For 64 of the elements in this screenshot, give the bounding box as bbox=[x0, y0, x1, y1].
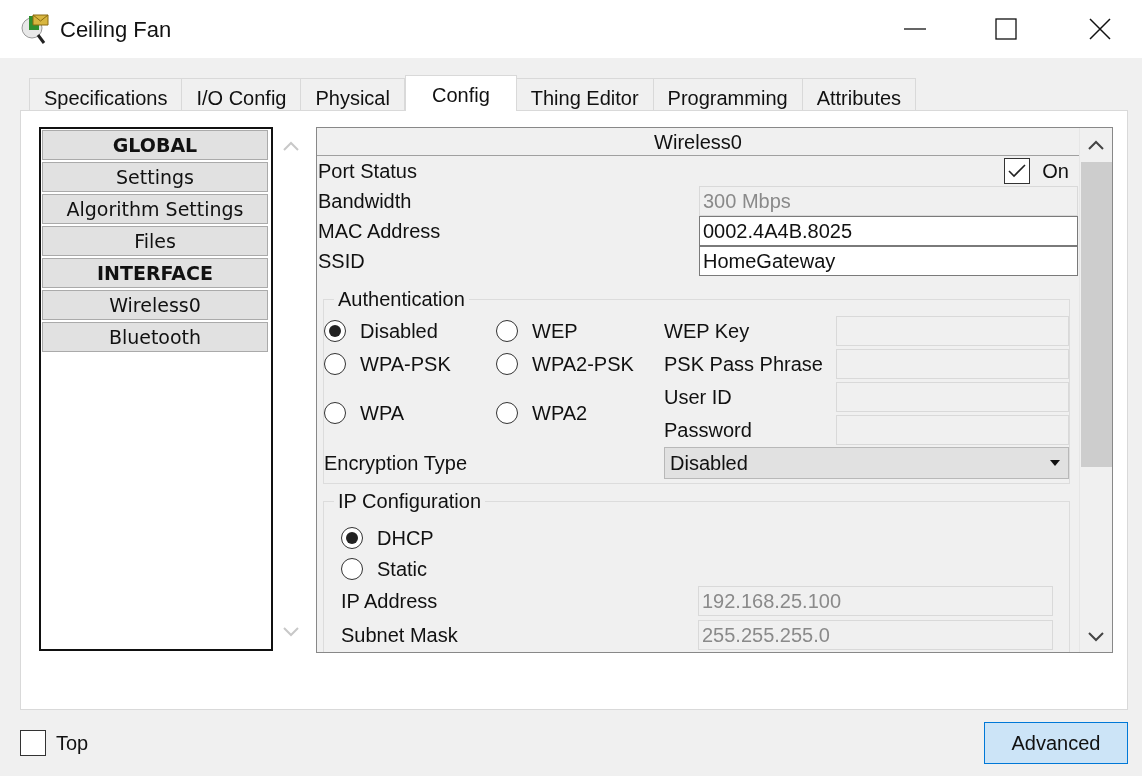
radio-label: WEP bbox=[532, 318, 578, 344]
radio-label: WPA2-PSK bbox=[532, 351, 634, 377]
sidebar-header[interactable]: INTERFACE bbox=[42, 258, 268, 288]
radio-button[interactable] bbox=[496, 402, 518, 424]
checkbox[interactable] bbox=[1004, 158, 1031, 184]
tab[interactable]: Config bbox=[404, 75, 517, 111]
radio-button[interactable] bbox=[324, 352, 346, 375]
sidebar-item[interactable]: Files bbox=[42, 226, 268, 256]
radio-label: WPA-PSK bbox=[360, 351, 451, 377]
tab[interactable]: I/O Config bbox=[181, 78, 302, 110]
radio-label: WPA bbox=[360, 401, 405, 426]
radio-button[interactable] bbox=[496, 352, 518, 375]
radio-button[interactable] bbox=[341, 526, 363, 549]
field-label: MAC Address bbox=[318, 219, 442, 244]
tab[interactable]: Programming bbox=[652, 78, 803, 110]
radio-label: WPA2 bbox=[532, 401, 588, 426]
tab[interactable]: Specifications bbox=[29, 78, 183, 110]
radio-button[interactable] bbox=[324, 402, 346, 424]
dropdown[interactable]: Disabled bbox=[664, 446, 1069, 479]
window-title: Ceiling Fan bbox=[60, 15, 172, 44]
field-label: Bandwidth bbox=[318, 189, 413, 214]
panel-title: Wireless0 bbox=[654, 129, 742, 155]
app-icon bbox=[20, 13, 52, 45]
field-label: Encryption Type bbox=[324, 450, 469, 476]
field-label: Port Status bbox=[318, 159, 417, 184]
checkbox-label: Top bbox=[56, 731, 89, 756]
field-label: PSK Pass Phrase bbox=[664, 351, 824, 377]
input-field[interactable]: HomeGateway bbox=[699, 246, 1078, 276]
radio-label: DHCP bbox=[377, 525, 434, 551]
sidebar-item[interactable]: Bluetooth bbox=[42, 322, 268, 352]
maximize-icon bbox=[994, 17, 1018, 41]
radio-button[interactable] bbox=[341, 557, 363, 580]
scroll-up-icon bbox=[1088, 140, 1104, 150]
radio-label: Disabled bbox=[360, 318, 438, 344]
group-title: IP Configuration bbox=[337, 489, 483, 514]
radio-label: Static bbox=[377, 556, 428, 582]
input-field[interactable]: 0002.4A4B.8025 bbox=[699, 216, 1078, 246]
field-label: WEP Key bbox=[664, 318, 751, 344]
radio-button[interactable] bbox=[324, 319, 346, 342]
sidebar-item[interactable]: Algorithm Settings bbox=[42, 194, 268, 224]
field-label: Password bbox=[664, 417, 753, 443]
checkbox-label: On bbox=[1042, 159, 1069, 184]
field-label: Subnet Mask bbox=[341, 623, 459, 648]
scroll-down-icon bbox=[1088, 632, 1104, 642]
field-label: IP Address bbox=[341, 589, 439, 614]
close-icon bbox=[1088, 17, 1112, 41]
advanced-button[interactable]: Advanced bbox=[984, 722, 1128, 764]
tab[interactable]: Thing Editor bbox=[515, 78, 654, 110]
tab[interactable]: Attributes bbox=[801, 78, 917, 110]
sidebar-item[interactable]: Wireless0 bbox=[42, 290, 268, 320]
tab[interactable]: Physical bbox=[300, 78, 405, 110]
field-label: User ID bbox=[664, 384, 733, 410]
field-label: SSID bbox=[318, 249, 366, 274]
scrollbar-thumb[interactable] bbox=[1080, 162, 1112, 467]
scroll-down-icon bbox=[283, 627, 299, 637]
scroll-up-icon bbox=[283, 141, 299, 151]
dropdown-arrow-icon bbox=[1050, 459, 1060, 466]
sidebar-header[interactable]: GLOBAL bbox=[42, 130, 268, 160]
radio-button[interactable] bbox=[496, 319, 518, 342]
group-title: Authentication bbox=[337, 287, 466, 312]
checkbox[interactable] bbox=[20, 730, 46, 756]
check-icon bbox=[1008, 164, 1027, 178]
sidebar-item[interactable]: Settings bbox=[42, 162, 268, 192]
minimize-icon bbox=[904, 28, 926, 30]
